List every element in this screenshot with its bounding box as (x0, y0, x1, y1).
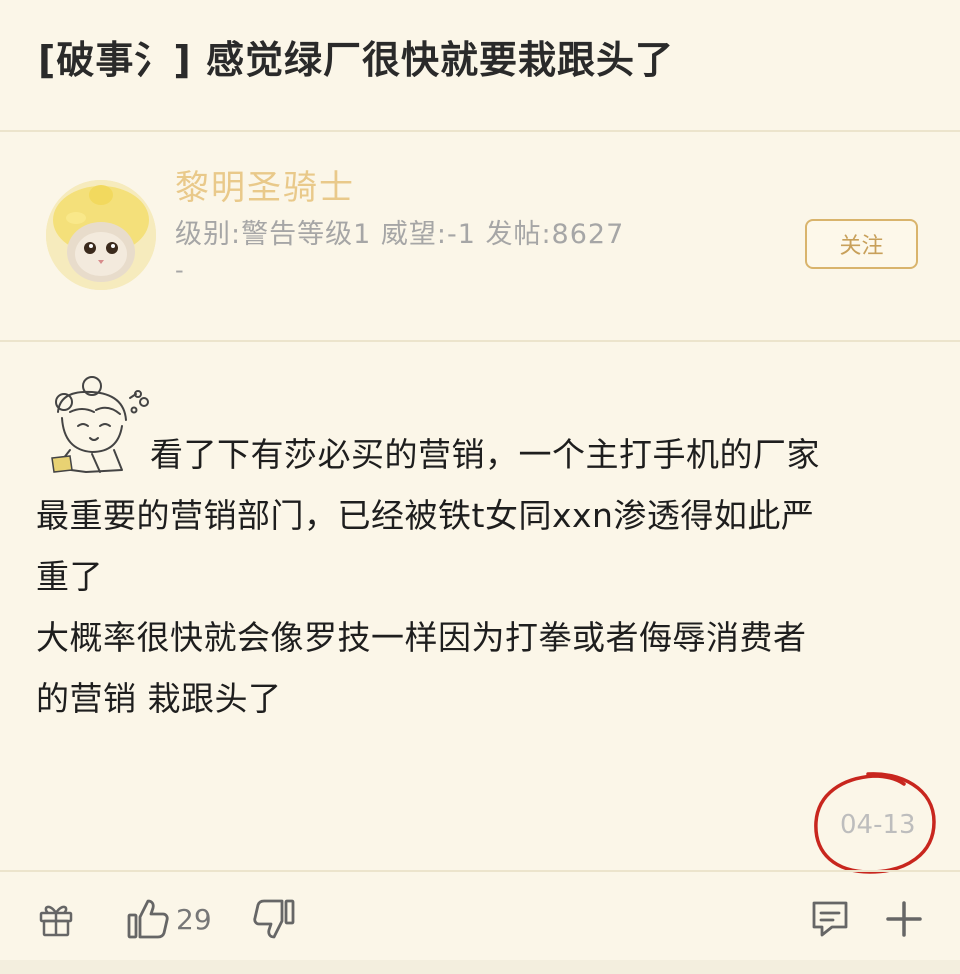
add-button[interactable] (882, 894, 926, 944)
divider (0, 130, 960, 132)
author-meta-extra: - (175, 256, 184, 284)
content-line: 重了 (36, 557, 103, 596)
comment-button[interactable] (808, 894, 852, 944)
dislike-button[interactable] (252, 894, 296, 944)
bottom-strip (0, 960, 960, 974)
gift-icon (39, 905, 73, 937)
comment-icon (812, 901, 848, 937)
plus-icon (886, 901, 922, 937)
avatar[interactable] (46, 180, 156, 290)
thumbs-down-icon (253, 899, 295, 939)
like-count: 29 (176, 902, 212, 936)
author-meta: 级别:警告等级1 威望:-1 发帖:8627 (175, 219, 625, 250)
gift-button[interactable] (36, 894, 76, 944)
like-button[interactable]: 29 (126, 894, 212, 944)
post-content: 看了下有莎必买的营销，一个主打手机的厂家 最重要的营销部门，已经被铁t女同xxn… (36, 424, 926, 729)
content-line: 最重要的营销部门，已经被铁t女同xxn渗透得如此严 (36, 496, 815, 535)
divider (0, 340, 960, 342)
content-line: 大概率很快就会像罗技一样因为打拳或者侮辱消费者 (36, 618, 807, 657)
follow-button[interactable]: 关注 (805, 219, 918, 269)
red-annotation-circle (814, 772, 936, 874)
post-title: [破事氵] 感觉绿厂很快就要栽跟头了 (38, 38, 674, 82)
content-line: 的营销 栽跟头了 (36, 679, 282, 718)
author-username[interactable]: 黎明圣骑士 (175, 160, 355, 209)
content-line: 看了下有莎必买的营销，一个主打手机的厂家 (150, 435, 820, 474)
avatar-cat-image (46, 180, 156, 290)
divider (0, 870, 960, 872)
thumbs-up-icon (127, 899, 169, 939)
